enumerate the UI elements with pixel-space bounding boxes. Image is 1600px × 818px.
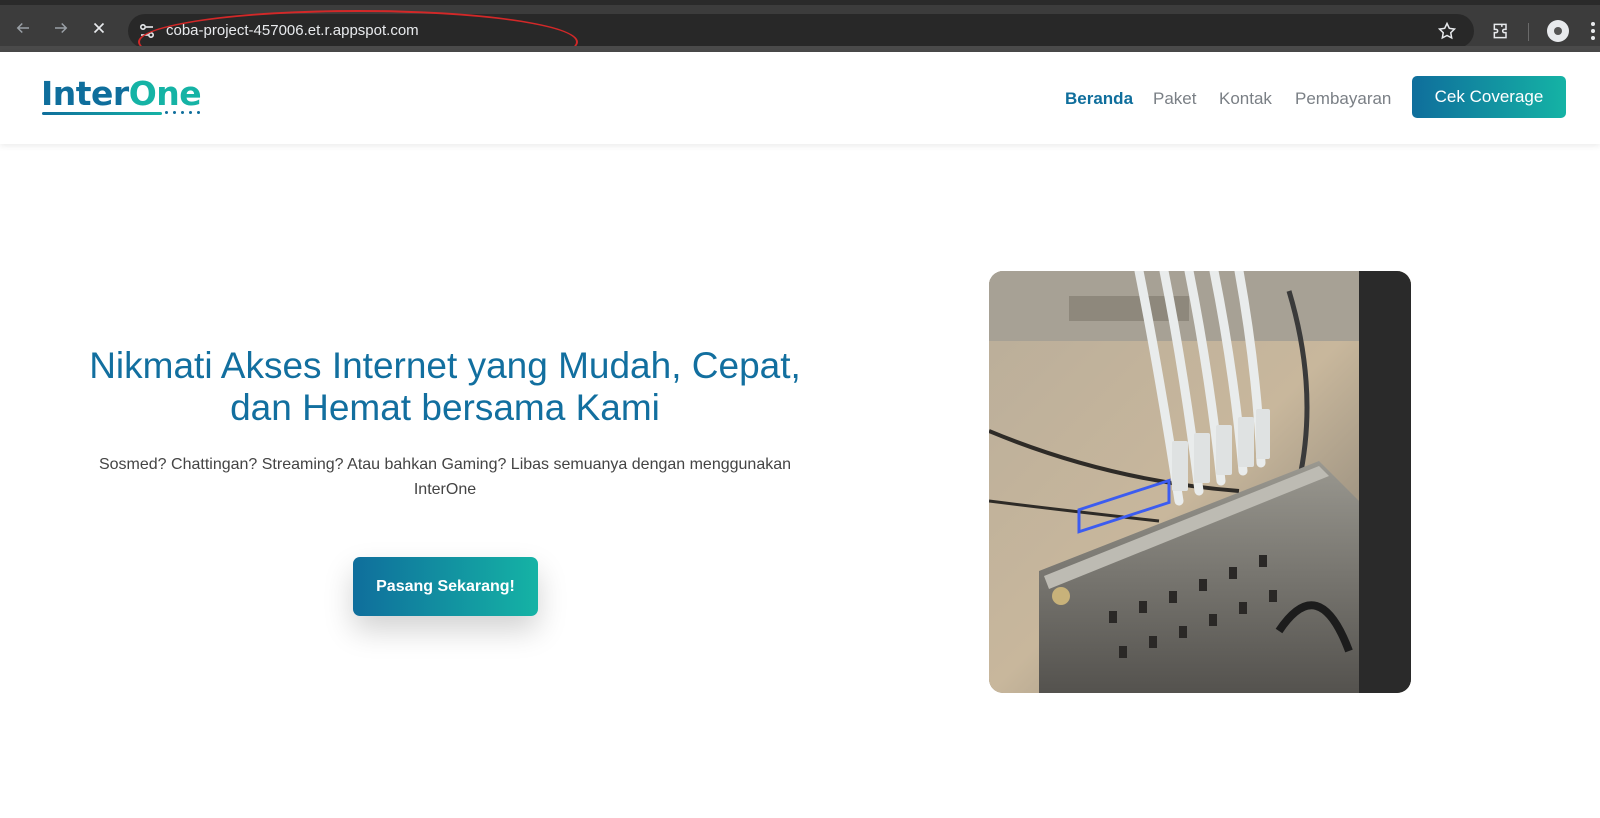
nav-kontak[interactable]: Kontak	[1219, 89, 1272, 109]
bookmark-star-icon[interactable]	[1437, 21, 1457, 41]
hero-subtitle-line2: InterOne	[413, 481, 477, 498]
logo-underline	[42, 112, 162, 115]
pasang-sekarang-button[interactable]: Pasang Sekarang!	[353, 557, 538, 616]
hero-title-line2: dan Hemat bersama Kami	[230, 387, 660, 428]
site-header: InterOne Beranda Paket Kontak Pembayaran…	[0, 52, 1600, 144]
interone-logo[interactable]: InterOne	[41, 74, 202, 116]
logo-text-one: One	[128, 74, 202, 113]
hero-title: Nikmati Akses Internet yang Mudah, Cepat…	[40, 345, 850, 429]
forward-icon[interactable]	[49, 16, 73, 40]
logo-text-inter: Inter	[41, 74, 129, 113]
extensions-icon[interactable]	[1491, 21, 1511, 41]
site-info-icon[interactable]	[138, 22, 156, 40]
logo-dots	[165, 111, 200, 114]
address-bar[interactable]: coba-project-457006.et.r.appspot.com	[128, 10, 1474, 74]
hero-title-line1: Nikmati Akses Internet yang Mudah, Cepat…	[89, 345, 801, 386]
nav-pembayaran[interactable]: Pembayaran	[1295, 89, 1391, 109]
hero-subtitle-line1: Sosmed? Chattingan? Streaming? Atau bahk…	[98, 456, 792, 473]
back-icon[interactable]	[11, 16, 35, 40]
nav-beranda[interactable]: Beranda	[1065, 89, 1133, 109]
profile-avatar[interactable]	[1547, 20, 1569, 42]
stop-loading-icon[interactable]	[87, 16, 111, 40]
nav-paket[interactable]: Paket	[1153, 89, 1196, 109]
hero-network-switch-image	[989, 271, 1411, 693]
cek-coverage-button[interactable]: Cek Coverage	[1412, 76, 1566, 118]
toolbar-separator	[1528, 23, 1529, 41]
browser-toolbar: coba-project-457006.et.r.appspot.com	[0, 0, 1600, 74]
url-text[interactable]: coba-project-457006.et.r.appspot.com	[166, 22, 419, 39]
hero-subtitle: Sosmed? Chattingan? Streaming? Atau bahk…	[60, 452, 830, 502]
kebab-menu-icon[interactable]	[1586, 19, 1600, 43]
